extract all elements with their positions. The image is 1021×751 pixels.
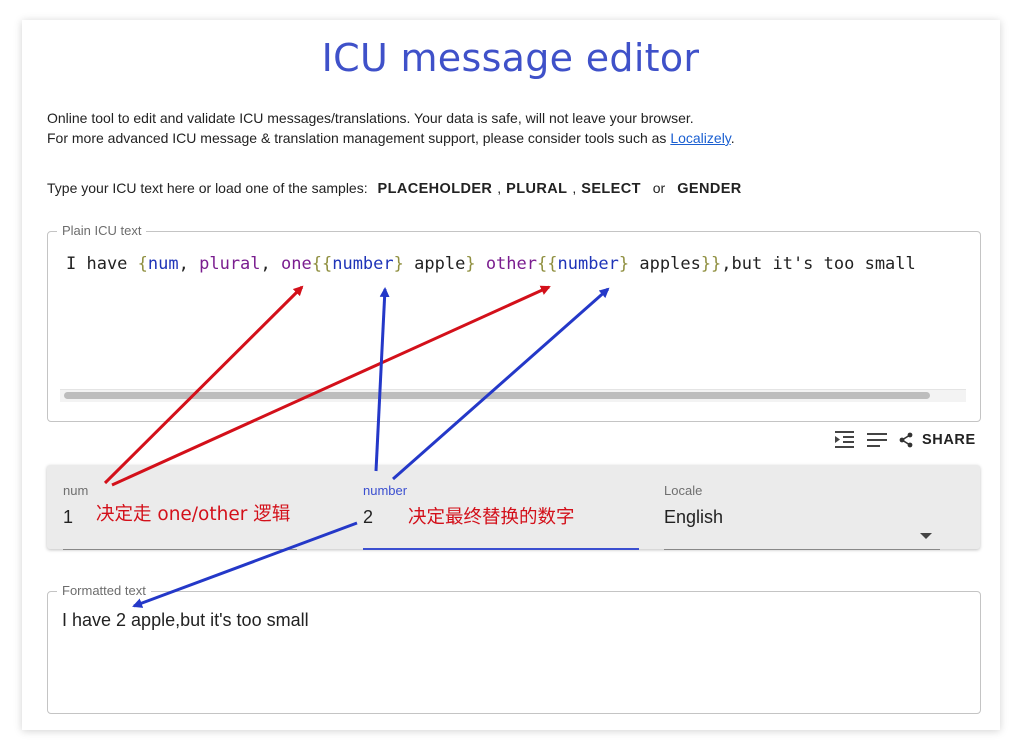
samples-row: Type your ICU text here or load one of t… [47,180,742,197]
scrollbar-thumb[interactable] [64,392,930,399]
sample-select-button[interactable]: SELECT [581,181,641,197]
locale-underline [664,549,940,550]
code-token: ,but it's too small [721,254,916,274]
icu-code-line[interactable]: I have {num, plural, one{{number} apple}… [66,254,968,274]
wrap-text-icon[interactable] [865,430,889,450]
code-token: I have [66,254,138,274]
locale-label: Locale [664,483,703,498]
code-token: {{ [311,254,333,274]
code-token: num [147,254,179,274]
formatted-text-box: Formatted text I have 2 apple,but it's t… [47,583,981,714]
code-token: one [281,254,312,274]
sample-separator: , [572,180,577,196]
code-token: } [618,254,630,274]
icu-editor-legend: Plain ICU text [57,223,147,238]
num-underline [63,549,297,550]
code-token: , [178,254,200,274]
sample-plural-button[interactable]: PLURAL [506,181,567,197]
code-token: { [137,254,148,274]
sample-gender-button[interactable]: GENDER [677,181,741,197]
number-label: number [363,483,408,498]
code-token: other [485,254,537,274]
code-token: plural [199,254,261,274]
dropdown-arrow-icon[interactable] [920,533,932,539]
locale-select[interactable]: English [664,504,940,530]
code-token: apples [629,254,701,274]
icu-text-editor[interactable]: Plain ICU text I have {num, plural, one{… [47,223,981,422]
code-token: {{ [537,254,558,274]
annotation-number-note: 决定最终替换的数字 [408,507,575,528]
code-token: , [260,254,282,274]
code-token: }} [700,254,722,274]
share-icon [899,432,913,448]
localizely-link[interactable]: Localizely [670,130,730,146]
sample-separator: , [497,180,502,196]
description-line-2: For more advanced ICU message & translat… [47,130,735,146]
annotation-num-note: 决定走 one/other 逻辑 [96,504,291,525]
description-line-1: Online tool to edit and validate ICU mes… [47,110,694,126]
code-token: number [332,254,394,274]
number-underline [363,548,639,550]
page-title: ICU message editor [321,36,700,80]
share-label: SHARE [922,432,976,448]
code-token: number [557,254,619,274]
horizontal-scrollbar[interactable] [60,389,966,402]
code-token: apple [403,254,466,274]
format-indent-icon[interactable] [832,430,856,450]
locale-field[interactable]: Locale English [664,483,940,550]
code-token: } [465,254,476,274]
sample-placeholder-button[interactable]: PLACEHOLDER [378,181,493,197]
share-button[interactable]: SHARE [898,432,976,448]
formatted-legend: Formatted text [57,583,151,598]
formatted-output: I have 2 apple,but it's too small [62,610,309,630]
editor-toolbar: SHARE [832,428,976,452]
samples-or-text: or [652,180,666,196]
description-suffix: . [730,130,735,146]
samples-intro: Type your ICU text here or load one of t… [47,180,368,196]
num-label: num [63,483,89,498]
code-token: } [393,254,404,274]
description-prefix: For more advanced ICU message & translat… [47,130,671,146]
